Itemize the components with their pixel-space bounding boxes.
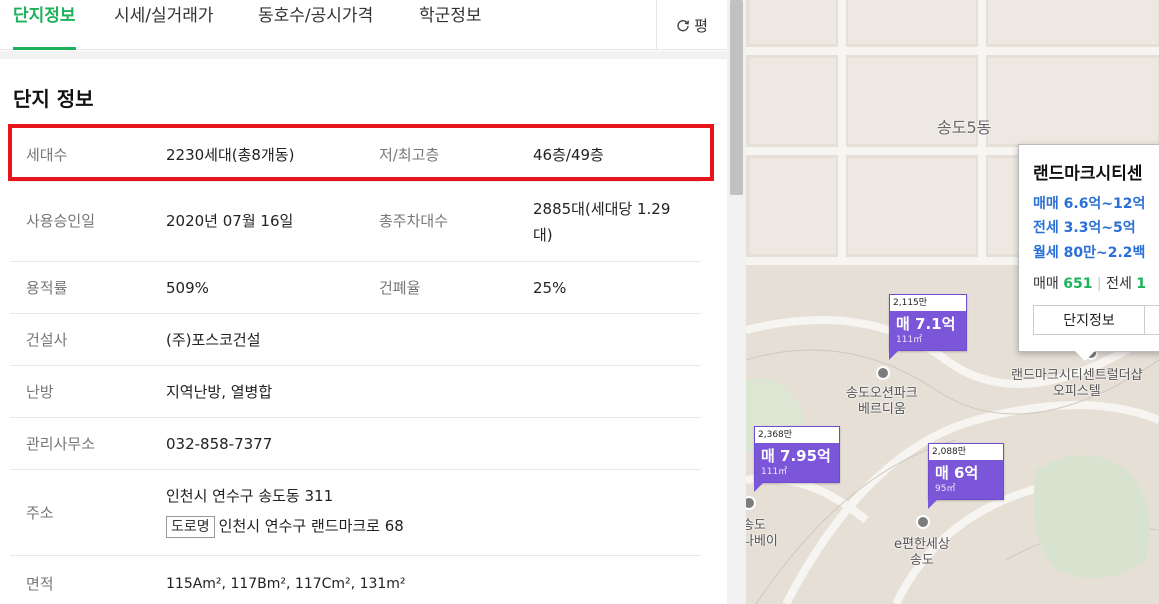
road-address: 도로명 인천시 연수구 랜드마크로 68 [166, 515, 404, 538]
popup-monthly-range: 월세 80만~2.2백 [1033, 245, 1146, 261]
builder-value: (주)포스코건설 [166, 331, 261, 349]
sale-count-label: 매매 [1033, 276, 1059, 292]
poi-songdo-oceanpark[interactable]: 송도오션파크 베르디움 [846, 386, 918, 418]
builder-label: 건설사 [26, 331, 68, 349]
bcr-label: 건폐율 [379, 279, 421, 297]
popup-secondary-button[interactable] [1144, 305, 1159, 335]
heating-label: 난방 [26, 383, 54, 401]
info-row-office: 관리사무소 032-858-7377 [10, 418, 701, 470]
popup-sale-range: 매매 6.6억~12억 [1033, 196, 1146, 212]
price-marker[interactable]: 2,115만 매 7.1억 111㎡ [889, 294, 967, 360]
unit-area: 95㎡ [935, 484, 956, 494]
marker-tail [889, 350, 899, 360]
bcr-value: 25% [533, 279, 567, 297]
sale-price: 매 7.1억 [896, 315, 956, 333]
poi-line2: 베르디움 [857, 402, 906, 417]
sale-count: 651 [1063, 276, 1093, 292]
marker-body: 매 7.95억 111㎡ [755, 443, 839, 482]
scrollbar-thumb[interactable] [730, 0, 743, 195]
poi-line2: 나베이 [746, 534, 778, 549]
unit-area: 111㎡ [896, 335, 923, 345]
tab-price-transactions[interactable]: 시세/실거래가 [114, 4, 214, 50]
poi-line1: 송도오션파크 [846, 386, 918, 401]
info-row-approval: 사용승인일 2020년 07월 16일 총주차대수 2885대(세대당 1.29… [10, 182, 701, 262]
page-title: 단지 정보 [13, 87, 94, 111]
price-marker[interactable]: 2,088만 매 6억 95㎡ [928, 443, 1004, 509]
poi-line1: e편한세상 [894, 537, 950, 552]
map-view[interactable]: 송도5동 송도오션파크 베르디움 랜드마크시티센트럴더샵 오피스텔 e편한세상 … [746, 0, 1159, 604]
price-per-pyeong: 2,115만 [893, 298, 928, 308]
info-row-heating: 난방 지역난방, 열병합 [10, 366, 701, 418]
poi-songdo-bay[interactable]: 송도 나베이 [746, 518, 778, 550]
popup-title: 랜드마크시티센 [1033, 164, 1143, 184]
parking-label: 총주차대수 [379, 212, 449, 230]
office-label: 관리사무소 [26, 435, 96, 453]
price-per-pyeong: 2,088만 [932, 447, 967, 457]
unit-area: 111㎡ [761, 467, 788, 477]
heating-value: 지역난방, 열병합 [166, 383, 273, 401]
popup-tail [1075, 351, 1095, 361]
tab-bar: 단지정보 시세/실거래가 동호수/공시가격 학군정보 평 [0, 0, 727, 50]
apartment-icon[interactable] [876, 366, 890, 380]
sale-price: 매 6억 [935, 464, 979, 482]
address-label: 주소 [26, 504, 54, 522]
marker-body: 매 6억 95㎡ [929, 460, 1003, 499]
office-phone[interactable]: 032-858-7377 [166, 433, 272, 455]
poi-epyeonhan[interactable]: e편한세상 송도 [894, 537, 950, 569]
info-row-address: 주소 인천시 연수구 송도동 311 도로명 인천시 연수구 랜드마크로 68 [10, 470, 701, 556]
poi-line1: 랜드마크시티센트럴더샵 [1011, 368, 1143, 383]
refresh-icon [677, 20, 690, 32]
poi-line1: 송도 [746, 518, 766, 533]
complex-info-panel: 단지정보 시세/실거래가 동호수/공시가격 학군정보 평 단지 정보 세대수 2… [0, 0, 727, 604]
road-address-value: 인천시 연수구 랜드마크로 68 [218, 517, 404, 535]
jeonse-count: 1 [1136, 276, 1147, 292]
marker-body: 매 7.1억 111㎡ [890, 311, 966, 350]
poi-landmark-central[interactable]: 랜드마크시티센트럴더샵 오피스텔 [1011, 368, 1143, 400]
tab-unit-public-price[interactable]: 동호수/공시가격 [258, 4, 373, 50]
address-value: 인천시 연수구 송도동 311 [166, 487, 334, 505]
popup-complex-info-button[interactable]: 단지정보 [1033, 305, 1145, 335]
poi-line2: 오피스텔 [1052, 384, 1101, 399]
area-value: 115Am², 117Bm², 117Cm², 131m² [166, 576, 406, 592]
pyeong-label: 평 [694, 16, 708, 35]
highlight-box [8, 124, 714, 181]
approval-value: 2020년 07월 16일 [166, 212, 294, 230]
approval-label: 사용승인일 [26, 212, 96, 230]
road-name-tag: 도로명 [166, 516, 215, 538]
popup-listing-counts: 매매 651 | 전세 1 [1033, 276, 1147, 292]
price-per-pyeong: 2,368만 [758, 430, 793, 440]
popup-jeonse-range: 전세 3.3억~5억 [1033, 220, 1136, 236]
complex-summary-popup[interactable]: 랜드마크시티센 매매 6.6억~12억 전세 3.3억~5억 월세 80만~2.… [1018, 144, 1159, 361]
section-divider [0, 51, 727, 59]
jeonse-count-label: 전세 [1106, 276, 1132, 292]
tab-complex-info[interactable]: 단지정보 [13, 4, 76, 50]
district-label: 송도5동 [937, 118, 992, 137]
poi-line2: 송도 [909, 553, 934, 568]
parking-value-line2: 대) [533, 226, 553, 244]
pyeong-toggle-button[interactable]: 평 [656, 0, 727, 50]
far-label: 용적률 [26, 279, 68, 297]
apartment-icon[interactable] [916, 515, 930, 529]
price-marker[interactable]: 2,368만 매 7.95억 111㎡ [754, 426, 840, 492]
marker-tail [928, 499, 938, 509]
sale-price: 매 7.95억 [761, 447, 831, 465]
info-row-builder: 건설사 (주)포스코건설 [10, 314, 701, 366]
panel-scrollbar[interactable] [727, 0, 746, 604]
far-value: 509% [166, 279, 209, 297]
area-label: 면적 [26, 575, 54, 593]
info-row-area: 면적 115Am², 117Bm², 117Cm², 131m² [10, 556, 701, 604]
marker-tail [754, 482, 764, 492]
info-row-ratio: 용적률 509% 건폐율 25% [10, 262, 701, 314]
tab-school-district[interactable]: 학군정보 [419, 4, 482, 50]
parking-value-line1: 2885대(세대당 1.29 [533, 200, 671, 218]
